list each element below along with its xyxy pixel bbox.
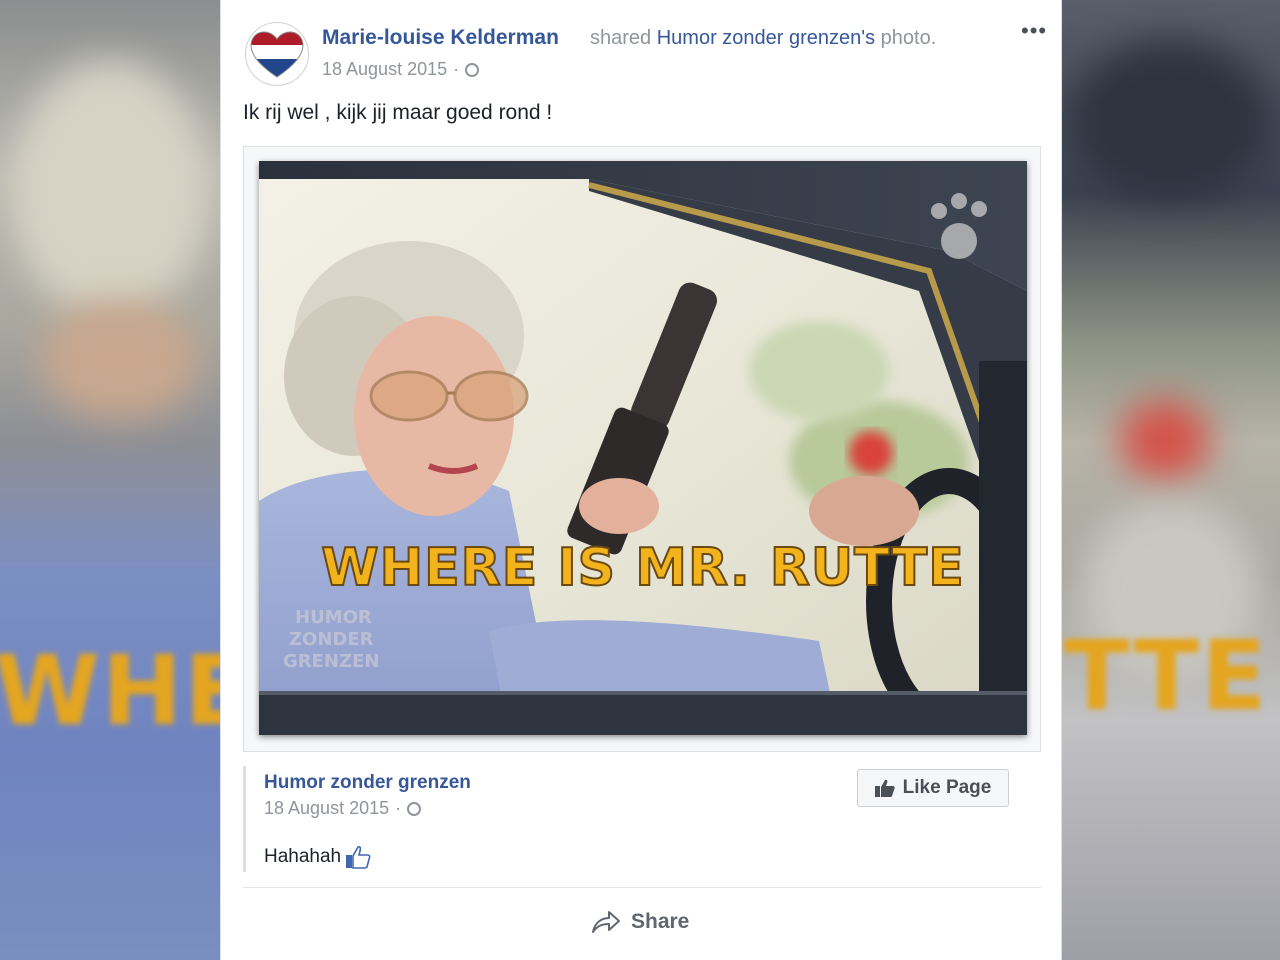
source-date[interactable]: 18 August 2015 <box>264 798 389 819</box>
background-overlay-text-left: WHE <box>0 635 220 747</box>
source-message: Hahahah <box>264 846 342 867</box>
thumbs-up-emoji-icon <box>346 845 371 869</box>
background-blur-right: TTE <box>1060 0 1280 960</box>
post-card: Marie-louise Kelderman shared Humor zond… <box>220 0 1062 960</box>
dutch-flag-heart-icon <box>250 31 304 78</box>
background-blur-left: WHE <box>0 0 220 960</box>
globe-icon[interactable] <box>465 62 480 77</box>
shared-object-link[interactable]: photo. <box>881 27 937 49</box>
photo-overlay-text: WHERE IS MR. RUTTE <box>321 538 965 598</box>
share-button[interactable]: Share <box>591 904 689 940</box>
shared-verb: shared <box>590 27 652 49</box>
like-page-label: Like Page <box>902 777 992 798</box>
globe-icon[interactable] <box>407 801 422 816</box>
share-arrow-icon <box>592 911 620 933</box>
watermark-line-1: HUMOR <box>295 607 372 628</box>
post-author-link[interactable]: Marie-louise Kelderman <box>322 26 559 50</box>
watermark-line-2: ZONDER <box>289 629 374 650</box>
thumbs-up-icon <box>874 779 895 797</box>
post-timestamp: 18 August 2015 · <box>322 59 480 80</box>
post-date[interactable]: 18 August 2015 <box>322 59 447 80</box>
share-label: Share <box>631 910 690 933</box>
source-text: Hahahah <box>264 845 371 869</box>
divider <box>243 887 1041 888</box>
background-overlay-text-right: TTE <box>1064 620 1269 732</box>
avatar[interactable] <box>245 22 309 86</box>
more-options-button[interactable]: ••• <box>1021 18 1047 44</box>
source-page-link[interactable]: Humor zonder grenzen <box>264 772 471 794</box>
source-timestamp: 18 August 2015 · <box>264 798 422 819</box>
post-caption: Ik rij wel , kijk jij maar goed rond ! <box>243 101 553 124</box>
watermark-line-3: GRENZEN <box>283 651 379 672</box>
like-page-button[interactable]: Like Page <box>857 769 1009 807</box>
separator: · <box>453 59 460 79</box>
post-photo[interactable]: WHERE IS MR. RUTTE HUMOR ZONDER GRENZEN <box>259 161 1027 735</box>
shared-page-link[interactable]: Humor zonder grenzen's <box>657 27 875 49</box>
shared-description: shared Humor zonder grenzen's photo. <box>590 27 936 50</box>
separator: · <box>395 798 402 818</box>
